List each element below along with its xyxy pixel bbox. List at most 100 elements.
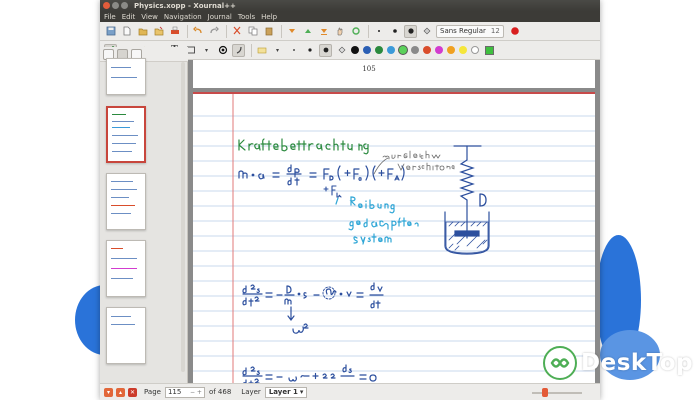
cut-icon[interactable] bbox=[230, 25, 243, 38]
go-up-icon[interactable] bbox=[301, 25, 314, 38]
zoom-out-button[interactable]: ▾ bbox=[104, 387, 113, 397]
thick-line-icon[interactable] bbox=[319, 43, 332, 57]
font-size: 12 bbox=[490, 27, 500, 35]
select-object-icon[interactable] bbox=[216, 44, 229, 57]
thumb-ink bbox=[111, 77, 137, 78]
page-thumbnail[interactable] bbox=[106, 307, 146, 364]
thin-line-icon[interactable] bbox=[287, 44, 300, 57]
menu-file[interactable]: File bbox=[104, 13, 116, 21]
color-magenta[interactable] bbox=[435, 46, 443, 54]
page-thumbnail[interactable] bbox=[106, 58, 146, 95]
force-r-ink bbox=[323, 185, 342, 198]
current-page[interactable] bbox=[193, 92, 595, 383]
main-area: 105 bbox=[100, 47, 600, 383]
menu-view[interactable]: View bbox=[141, 13, 158, 21]
menu-navigation[interactable]: Navigation bbox=[164, 13, 202, 21]
toolbar-primary: Sans Regular 12 bbox=[100, 22, 600, 41]
zoom-slider-track[interactable] bbox=[532, 392, 582, 394]
page-thumbnail[interactable] bbox=[106, 173, 146, 230]
color-green[interactable] bbox=[375, 46, 383, 54]
hand-tool-icon[interactable] bbox=[333, 25, 346, 38]
color-blue[interactable] bbox=[363, 46, 371, 54]
page-count-label: of 468 bbox=[208, 388, 232, 396]
menu-help[interactable]: Help bbox=[261, 13, 277, 21]
copy-icon[interactable] bbox=[246, 25, 259, 38]
close-window-button[interactable] bbox=[103, 2, 110, 9]
page-number-input[interactable]: 115 − + bbox=[164, 386, 205, 398]
record-icon[interactable] bbox=[509, 25, 522, 38]
color-light-green[interactable] bbox=[399, 46, 407, 54]
medium-line-icon[interactable] bbox=[303, 44, 316, 57]
color-light-blue[interactable] bbox=[387, 46, 395, 54]
toolbar-separator bbox=[281, 24, 282, 38]
custom-color-button[interactable] bbox=[485, 45, 494, 55]
font-name: Sans Regular bbox=[440, 27, 486, 35]
status-bar: ▾ ▴ ✕ Page 115 − + of 468 Layer Layer 1 … bbox=[100, 383, 600, 400]
layer-value: Layer 1 bbox=[268, 388, 298, 396]
third-equation-ink bbox=[242, 364, 377, 383]
document-view[interactable]: 105 bbox=[188, 60, 600, 383]
paste-icon[interactable] bbox=[262, 25, 275, 38]
dropdown-arrow-icon[interactable]: ▾ bbox=[271, 44, 284, 57]
dot-small-icon[interactable] bbox=[372, 25, 385, 38]
handwritten-notes bbox=[193, 94, 595, 383]
new-document-icon[interactable] bbox=[120, 25, 133, 38]
zoom-slider-handle[interactable] bbox=[542, 388, 548, 397]
stepper-icon[interactable]: − + bbox=[190, 389, 202, 396]
font-selector[interactable]: Sans Regular 12 bbox=[436, 24, 504, 38]
thumb-ink bbox=[111, 189, 137, 190]
thumb-ink bbox=[111, 213, 131, 214]
refresh-icon[interactable] bbox=[349, 25, 362, 38]
delete-page-button[interactable]: ✕ bbox=[128, 387, 137, 397]
title-bar: Physics.xopp - Xournal++ bbox=[100, 0, 600, 11]
color-red[interactable] bbox=[423, 46, 431, 54]
equation-ink bbox=[238, 164, 405, 186]
thumb-ink bbox=[111, 278, 133, 279]
print-icon[interactable] bbox=[168, 25, 181, 38]
redo-icon[interactable] bbox=[207, 25, 220, 38]
thumb-ink bbox=[111, 67, 131, 68]
fill-pattern-icon[interactable] bbox=[335, 44, 348, 57]
fill-icon[interactable] bbox=[420, 25, 433, 38]
go-down-icon[interactable] bbox=[285, 25, 298, 38]
thumb-ink bbox=[112, 151, 132, 152]
ruled-lines bbox=[193, 115, 595, 372]
menu-edit[interactable]: Edit bbox=[122, 13, 136, 21]
page-sidebar bbox=[100, 47, 188, 383]
layer-select[interactable]: Layer 1 ▾ bbox=[264, 386, 308, 398]
sidebar-scrollbar[interactable] bbox=[181, 62, 185, 372]
color-black[interactable] bbox=[351, 46, 359, 54]
vertical-space-icon[interactable] bbox=[232, 43, 245, 57]
spring-diagram bbox=[444, 145, 490, 255]
undo-icon[interactable] bbox=[191, 25, 204, 38]
save-icon[interactable] bbox=[104, 25, 117, 38]
color-yellow[interactable] bbox=[459, 46, 467, 54]
lasso-icon[interactable] bbox=[255, 44, 268, 57]
minimize-window-button[interactable] bbox=[112, 2, 119, 9]
color-gray[interactable] bbox=[411, 46, 419, 54]
color-white[interactable] bbox=[471, 46, 479, 54]
save-as-icon[interactable] bbox=[152, 25, 165, 38]
page-thumbnail[interactable] bbox=[106, 240, 146, 297]
app-window: Physics.xopp - Xournal++ File Edit View … bbox=[100, 0, 600, 400]
dropdown-arrow-icon[interactable]: ▾ bbox=[200, 44, 213, 57]
maximize-window-button[interactable] bbox=[121, 2, 128, 9]
color-orange[interactable] bbox=[447, 46, 455, 54]
thumb-ink bbox=[112, 121, 134, 122]
go-last-icon[interactable] bbox=[317, 25, 330, 38]
thumb-ink bbox=[112, 143, 136, 144]
thumb-ink bbox=[111, 248, 123, 249]
page-thumbnail-selected[interactable] bbox=[106, 106, 146, 163]
open-folder-icon[interactable] bbox=[136, 25, 149, 38]
dot-large-icon[interactable] bbox=[404, 24, 417, 38]
thumb-ink bbox=[111, 268, 137, 269]
menu-tools[interactable]: Tools bbox=[238, 13, 255, 21]
thumb-ink bbox=[111, 316, 131, 317]
thumb-ink bbox=[112, 114, 126, 115]
menu-journal[interactable]: Journal bbox=[208, 13, 232, 21]
zoom-in-button[interactable]: ▴ bbox=[116, 387, 125, 397]
thumb-ink bbox=[111, 205, 135, 206]
thumb-ink bbox=[111, 181, 133, 182]
dot-medium-icon[interactable] bbox=[388, 25, 401, 38]
chevron-down-icon: ▾ bbox=[299, 388, 304, 396]
